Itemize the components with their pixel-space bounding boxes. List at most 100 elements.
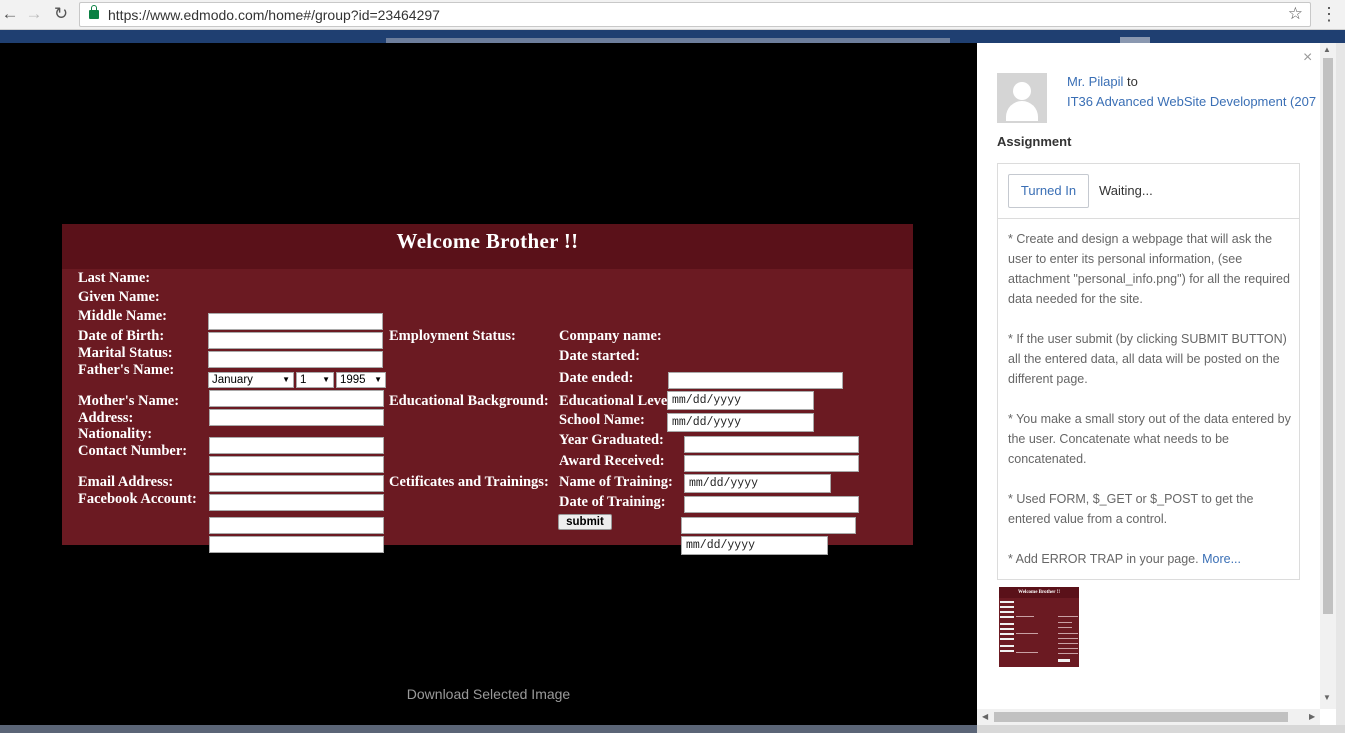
training-name-field [681,517,856,534]
year-graduated-field: mm/dd/yyyy [684,474,831,493]
label-dob: Date of Birth: [78,328,165,344]
scroll-down-icon[interactable]: ▼ [1323,693,1331,702]
thumb-field [1000,638,1014,640]
thumb-text [1058,648,1078,649]
label-middle-name: Middle Name: [78,308,167,324]
label-school: School Name: [559,412,645,428]
forward-icon[interactable]: → [24,4,44,24]
description-paragraph: * You make a small story out of the data… [1008,412,1291,466]
thumb-text [1058,622,1072,623]
middle-name-field [208,351,383,368]
label-mother: Mother's Name: [78,393,180,409]
label-father: Father's Name: [78,362,175,378]
label-nationality: Nationality: [78,426,153,442]
assignment-card: Turned In Waiting... * Create and design… [997,163,1300,580]
avatar[interactable] [997,73,1047,123]
thumb-text [1058,643,1078,644]
sender-link[interactable]: Mr. Pilapil [1067,74,1123,89]
description-paragraph: * Create and design a webpage that will … [1008,232,1290,306]
label-date-ended: Date ended: [559,370,634,386]
vertical-scroll-thumb[interactable] [1323,58,1333,614]
chevron-down-icon: ▼ [322,375,330,384]
label-employment: Employment Status: [389,328,516,344]
window-edge [1336,43,1345,733]
description-paragraph: * If the user submit (by clicking SUBMIT… [1008,332,1287,386]
father-name-field [209,409,384,426]
form-title: Welcome Brother !! [62,224,913,269]
dob-month-select: January ▼ [208,372,294,388]
last-name-field [208,313,383,330]
card-header: Turned In Waiting... [998,164,1299,219]
label-award: Award Received: [559,453,665,469]
thumb-field [1000,628,1014,630]
more-link[interactable]: More... [1202,552,1241,566]
thumb-field [1000,616,1014,618]
label-company: Company name: [559,328,662,344]
page-header-strip [0,30,1345,43]
thumb-text [1058,627,1072,628]
chevron-down-icon: ▼ [282,375,290,384]
group-link[interactable]: IT36 Advanced WebSite Development (207 [1067,94,1321,109]
thumb-field [1000,645,1014,647]
address-bar[interactable]: https://www.edmodo.com/home#/group?id=23… [79,2,1311,27]
label-marital: Marital Status: [78,345,173,361]
label-training-date: Date of Training: [559,494,666,510]
url-text[interactable]: https://www.edmodo.com/home#/group?id=23… [108,7,440,23]
sender-to: to [1123,74,1138,89]
address-field [209,456,384,473]
footer-strip [0,725,977,733]
description-last-line: * Add ERROR TRAP in your page. More... [1008,549,1294,569]
window-bottom-edge [977,725,1345,733]
download-selected-image-link[interactable]: Download Selected Image [0,686,977,702]
dob-year-select: 1995 ▼ [336,372,386,388]
attachment-thumbnail[interactable]: Welcome Brother !! [999,587,1079,667]
avatar-body [1006,101,1038,121]
email-field [209,517,384,534]
scroll-right-icon[interactable]: ▶ [1309,712,1315,721]
reload-icon[interactable]: ↻ [51,4,71,24]
thumb-field [1000,633,1014,635]
mother-name-field [209,437,384,454]
scroll-up-icon[interactable]: ▲ [1323,45,1331,54]
thumb-field [1000,650,1014,652]
dob-month-value: January [212,374,253,386]
back-icon[interactable]: ← [0,4,20,24]
assignment-panel: × Mr. Pilapil to IT36 Advanced WebSite D… [977,43,1345,733]
vertical-scrollbar[interactable]: ▲ ▼ [1320,43,1336,709]
thumb-text [1058,633,1078,634]
thumb-text [1016,633,1038,634]
label-last-name: Last Name: [78,270,151,286]
thumb-text [1016,616,1034,617]
image-viewer: Welcome Brother !! Last Name: Given Name… [0,43,977,733]
bookmark-star-icon[interactable]: ☆ [1288,4,1303,24]
edu-level-field [684,436,859,453]
turned-in-button[interactable]: Turned In [1008,174,1089,208]
description-paragraph: * Used FORM, $_GET or $_POST to get the … [1008,492,1254,526]
company-field [668,372,843,389]
thumb-text [1016,652,1038,653]
chevron-down-icon: ▼ [374,375,382,384]
close-icon[interactable]: × [1303,49,1312,67]
avatar-head [1013,82,1031,100]
horizontal-scroll-thumb[interactable] [994,712,1288,722]
thumb-field [1000,623,1014,625]
browser-toolbar: ← → ↻ https://www.edmodo.com/home#/group… [0,0,1345,30]
browser-menu-icon[interactable]: ⋮ [1320,4,1338,24]
thumb-field [1000,606,1014,608]
label-facebook: Facebook Account: [78,491,197,507]
thumb-text [1058,653,1078,654]
dob-day-value: 1 [300,374,307,386]
status-text: Waiting... [1099,183,1153,198]
thumb-text [1058,616,1078,617]
award-field [684,496,859,513]
label-edu-level: Educational Level: [559,393,677,409]
label-educational-bg: Educational Background: [389,393,549,409]
thumb-field [1000,601,1014,603]
label-year-grad: Year Graduated: [559,432,664,448]
horizontal-scrollbar[interactable]: ◀ ▶ [977,709,1320,725]
lock-icon [89,5,99,19]
scroll-left-icon[interactable]: ◀ [982,712,988,721]
dob-day-select: 1 ▼ [296,372,334,388]
last-line-text: * Add ERROR TRAP in your page. [1008,552,1203,566]
label-email: Email Address: [78,474,174,490]
